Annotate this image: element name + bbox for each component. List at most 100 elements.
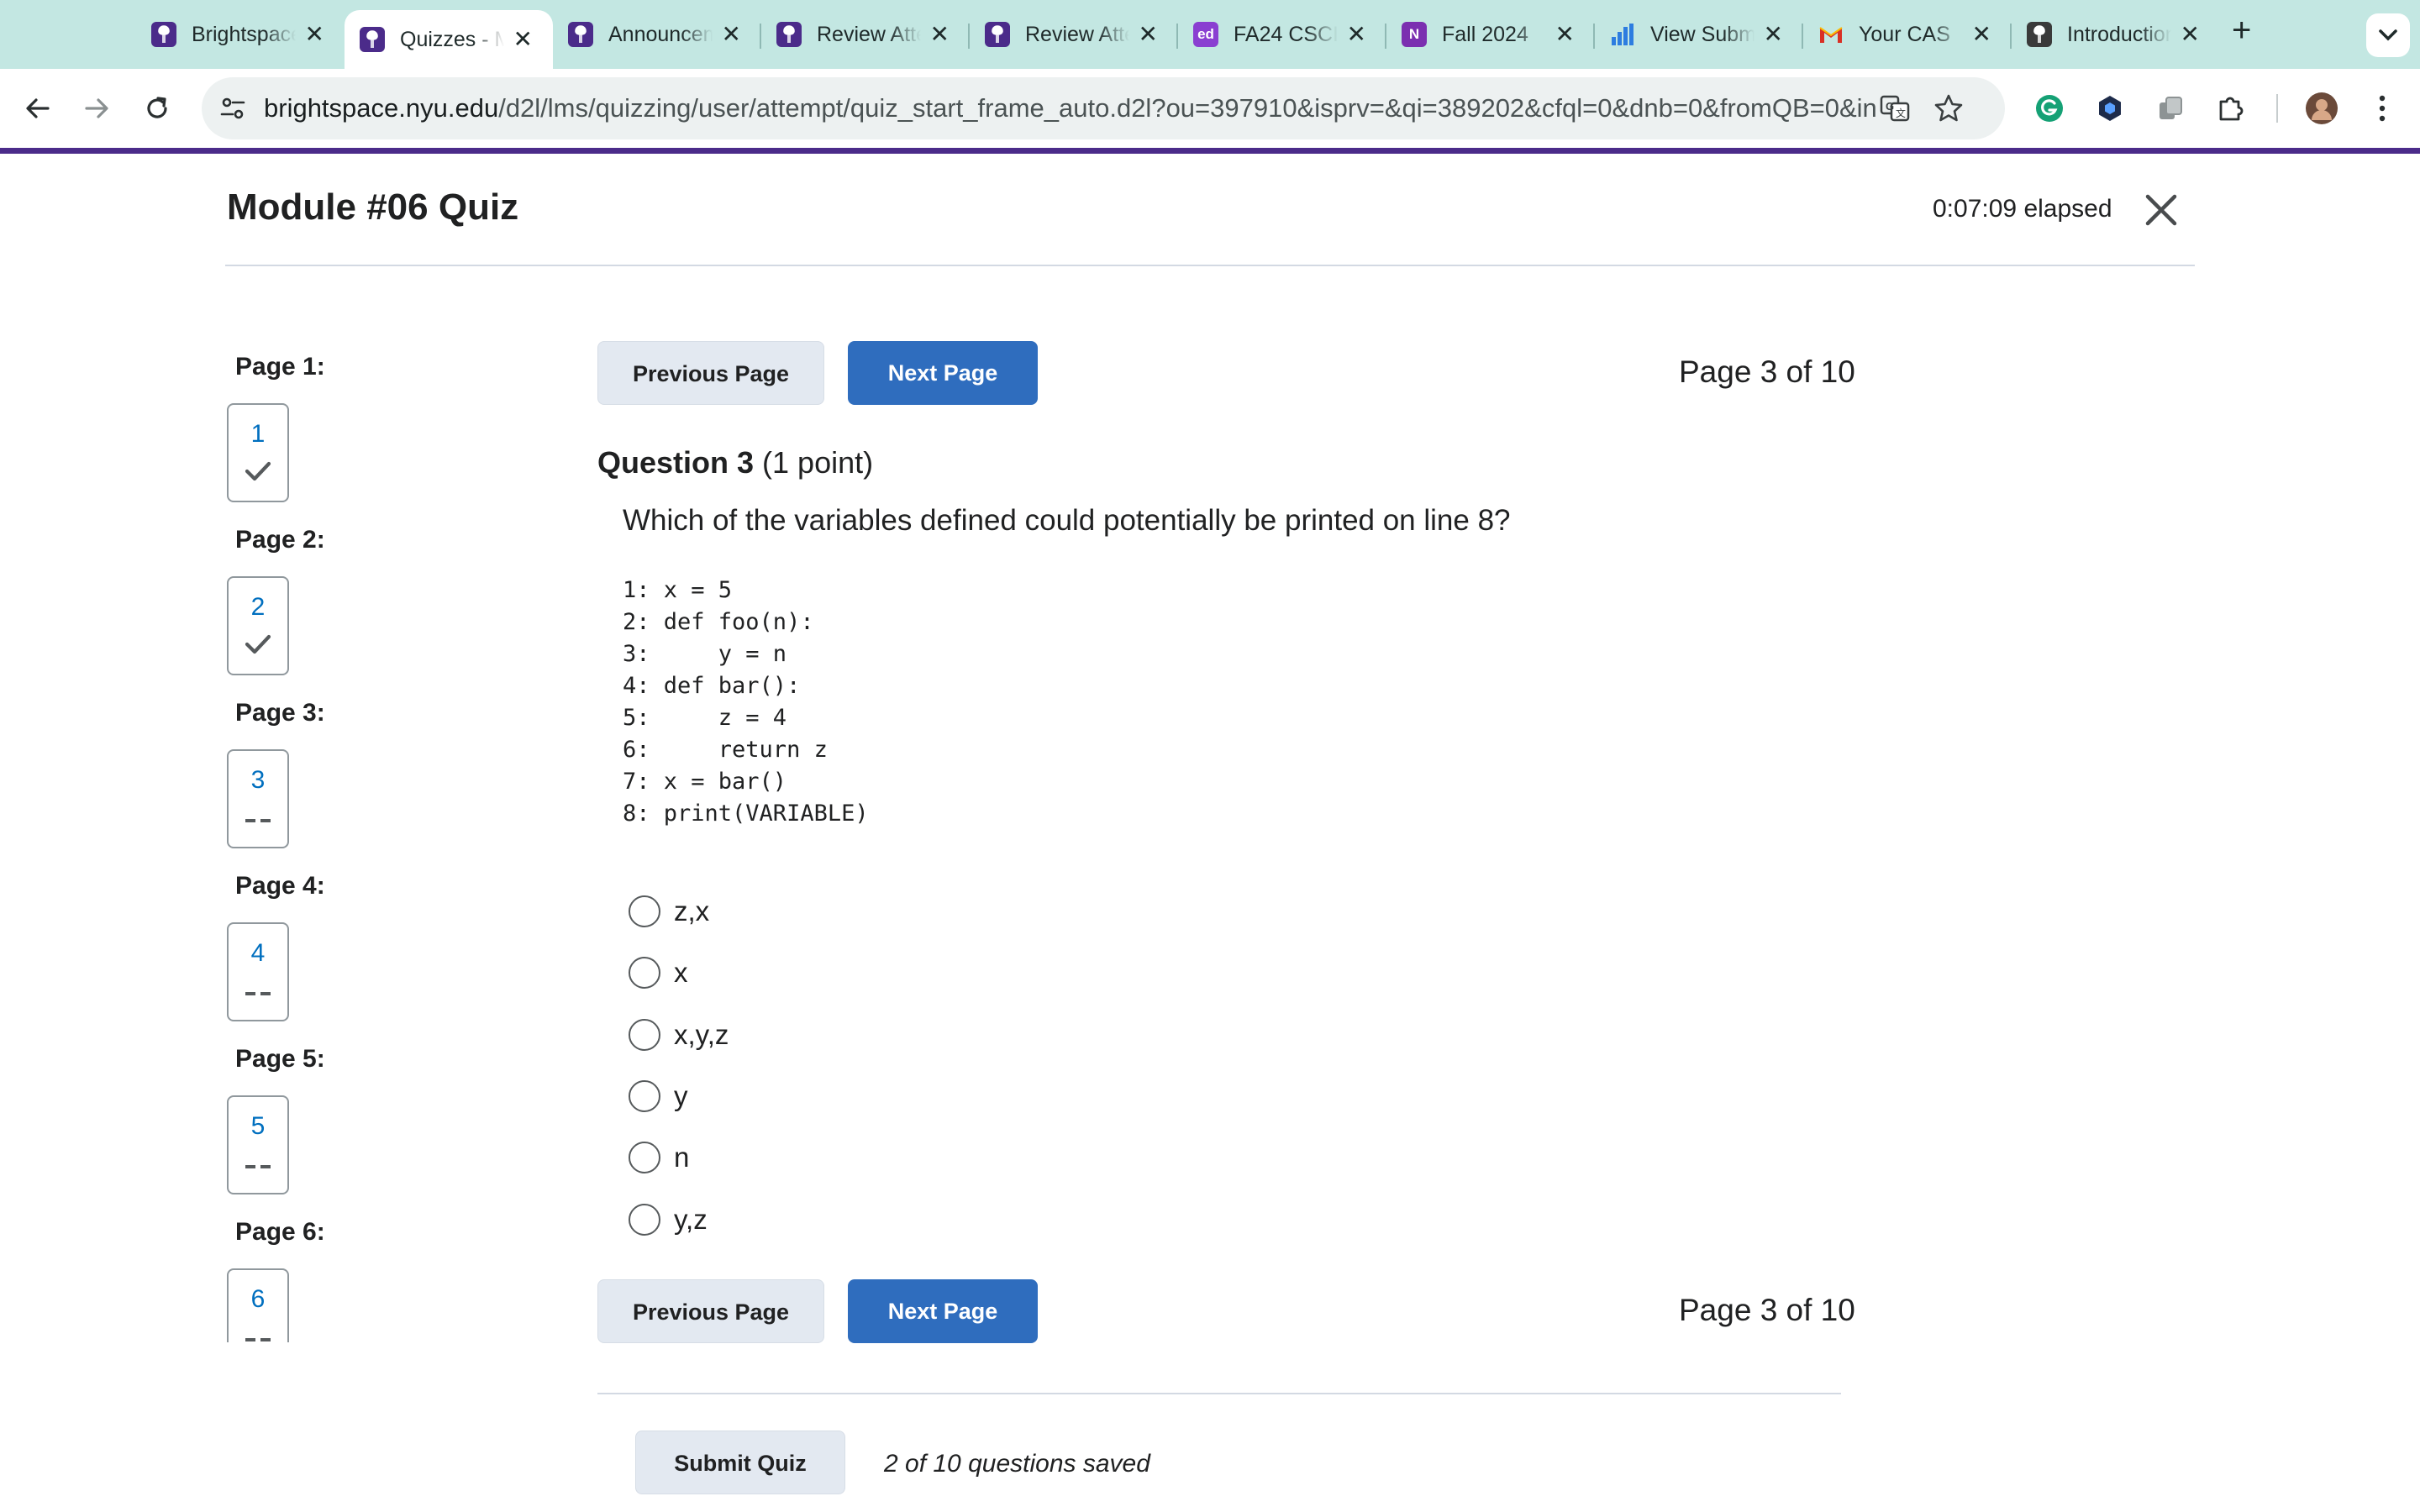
page-link-6[interactable]: 6 xyxy=(227,1268,289,1342)
page-label: Page 2: xyxy=(235,526,325,554)
brightspace-icon xyxy=(776,22,802,47)
tab-close-icon[interactable]: ✕ xyxy=(513,28,533,51)
answer-option[interactable]: x,y,z xyxy=(629,1016,729,1053)
brightspace-icon xyxy=(151,22,176,47)
page-number: 1 xyxy=(250,420,266,448)
tab-close-icon[interactable]: ✕ xyxy=(722,23,741,46)
browser-tab[interactable]: ed FA24 CSCI ✕ xyxy=(1178,12,1386,57)
back-button[interactable] xyxy=(17,87,59,129)
tab-title: Brightspace xyxy=(192,22,296,46)
new-tab-button[interactable]: + xyxy=(2232,13,2251,47)
radio-button[interactable] xyxy=(629,1019,660,1051)
question-text: Which of the variables defined could pot… xyxy=(623,504,1511,537)
browser-tab[interactable]: N Fall 2024 ✕ xyxy=(1386,12,1595,57)
page-link-5[interactable]: 5 xyxy=(227,1095,289,1194)
header-divider xyxy=(225,265,2195,266)
close-quiz-button[interactable] xyxy=(2141,190,2181,230)
page-number: 3 xyxy=(250,766,266,794)
radio-button[interactable] xyxy=(629,895,660,927)
browser-tab[interactable]: Your CAS ✕ xyxy=(1803,12,2012,57)
bookmark-star-icon[interactable] xyxy=(1933,92,1965,124)
page-indicator: Page 3 of 10 xyxy=(1679,354,1855,389)
tab-title: Review Attempt xyxy=(817,22,921,46)
page-label: Page 5: xyxy=(235,1045,325,1073)
translate-icon[interactable]: G文 xyxy=(1879,92,1911,124)
elapsed-suffix: elapsed xyxy=(2023,195,2112,223)
tab-close-icon[interactable]: ✕ xyxy=(1764,23,1783,46)
previous-page-button-bottom[interactable]: Previous Page xyxy=(597,1279,824,1343)
radio-button[interactable] xyxy=(629,957,660,989)
browser-tab[interactable]: Introduction ✕ xyxy=(2012,12,2220,57)
elapsed-time: 0:07:09 xyxy=(1933,195,2018,223)
submit-quiz-button[interactable]: Submit Quiz xyxy=(635,1431,845,1494)
browser-tab[interactable]: Brightspace ✕ xyxy=(136,12,345,57)
forward-button[interactable] xyxy=(76,87,118,129)
question-number: Question 3 xyxy=(597,445,755,480)
extension-hex-icon[interactable] xyxy=(2089,87,2131,129)
extensions-puzzle-icon[interactable] xyxy=(2210,87,2252,129)
answer-option[interactable]: y xyxy=(629,1078,688,1115)
tab-close-icon[interactable]: ✕ xyxy=(2181,23,2200,46)
tab-title: Your CAS xyxy=(1859,22,1950,46)
radio-button[interactable] xyxy=(629,1080,660,1112)
brightspace-icon xyxy=(360,27,385,52)
browser-menu-icon[interactable] xyxy=(2361,87,2403,129)
tab-close-icon[interactable]: ✕ xyxy=(1139,23,1158,46)
profile-avatar[interactable] xyxy=(2301,87,2343,129)
tab-close-icon[interactable]: ✕ xyxy=(1555,23,1575,46)
page-label: Page 4: xyxy=(235,872,325,900)
tab-close-icon[interactable]: ✕ xyxy=(1347,23,1366,46)
browser-tab[interactable]: Review Attempt ✕ xyxy=(970,12,1178,57)
chevron-down-icon xyxy=(2379,29,2397,41)
address-bar[interactable]: brightspace.nyu.edu/d2l/lms/quizzing/use… xyxy=(202,77,2005,139)
arrow-left-icon xyxy=(26,98,50,118)
browser-tab[interactable]: Review Attempt ✕ xyxy=(761,12,970,57)
radio-button[interactable] xyxy=(629,1142,660,1173)
tab-title: FA24 CSCI xyxy=(1234,22,1338,46)
unanswered-dash-icon xyxy=(229,1326,287,1342)
brightspace-icon xyxy=(2027,22,2052,47)
answer-option-label: z,x xyxy=(674,895,710,927)
tab-close-icon[interactable]: ✕ xyxy=(305,23,324,46)
tab-title: Introduction xyxy=(2067,22,2171,46)
svg-text:G: G xyxy=(1886,100,1894,113)
tab-close-icon[interactable]: ✕ xyxy=(1972,23,1991,46)
page-link-1[interactable]: 1 xyxy=(227,403,289,502)
tab-close-icon[interactable]: ✕ xyxy=(930,23,950,46)
page-label: Page 3: xyxy=(235,699,325,727)
tab-title: Review Attempt xyxy=(1025,22,1129,46)
browser-tab[interactable]: Quizzes - Module ✕ xyxy=(345,10,553,69)
unanswered-dash-icon xyxy=(229,979,287,1005)
copy-extension-icon[interactable] xyxy=(2149,87,2191,129)
grammarly-extension-icon[interactable] xyxy=(2028,87,2070,129)
url-path: /d2l/lms/quizzing/user/attempt/quiz_star… xyxy=(498,93,1877,123)
next-page-button[interactable]: Next Page xyxy=(848,341,1038,405)
next-page-button-bottom[interactable]: Next Page xyxy=(848,1279,1038,1343)
elapsed-timer: 0:07:09 elapsed xyxy=(1933,195,2112,223)
site-info-icon[interactable] xyxy=(218,94,247,123)
checkmark-icon xyxy=(229,633,287,659)
browser-toolbar: brightspace.nyu.edu/d2l/lms/quizzing/use… xyxy=(0,69,2420,148)
browser-tab[interactable]: View Submission ✕ xyxy=(1595,12,1803,57)
page-number: 5 xyxy=(250,1112,266,1140)
answer-option-label: x xyxy=(674,957,688,988)
onenote-icon: N xyxy=(1402,22,1427,47)
unanswered-dash-icon xyxy=(229,1152,287,1179)
reload-button[interactable] xyxy=(136,87,178,129)
radio-button[interactable] xyxy=(629,1204,660,1236)
answer-option[interactable]: n xyxy=(629,1139,689,1176)
page-navigator: Page 1: 1 Page 2: 2 Page 3: 3 Page 4: 4 Page 5: 5… xyxy=(227,336,529,1342)
browser-tab-bar: Brightspace✕Quizzes - Module✕Announcemen… xyxy=(0,0,2420,69)
close-icon xyxy=(2145,194,2177,226)
question-heading: Question 3 (1 point) xyxy=(597,445,873,480)
previous-page-button[interactable]: Previous Page xyxy=(597,341,824,405)
answer-option[interactable]: y,z xyxy=(629,1201,708,1238)
page-link-2[interactable]: 2 xyxy=(227,576,289,675)
page-link-4[interactable]: 4 xyxy=(227,922,289,1021)
browser-tab[interactable]: Announcements ✕ xyxy=(553,12,761,57)
answer-option[interactable]: x xyxy=(629,954,688,991)
answer-option[interactable]: z,x xyxy=(629,893,709,930)
bar-chart-icon xyxy=(1610,22,1635,47)
page-link-3[interactable]: 3 xyxy=(227,749,289,848)
tab-search-button[interactable] xyxy=(2366,13,2410,57)
